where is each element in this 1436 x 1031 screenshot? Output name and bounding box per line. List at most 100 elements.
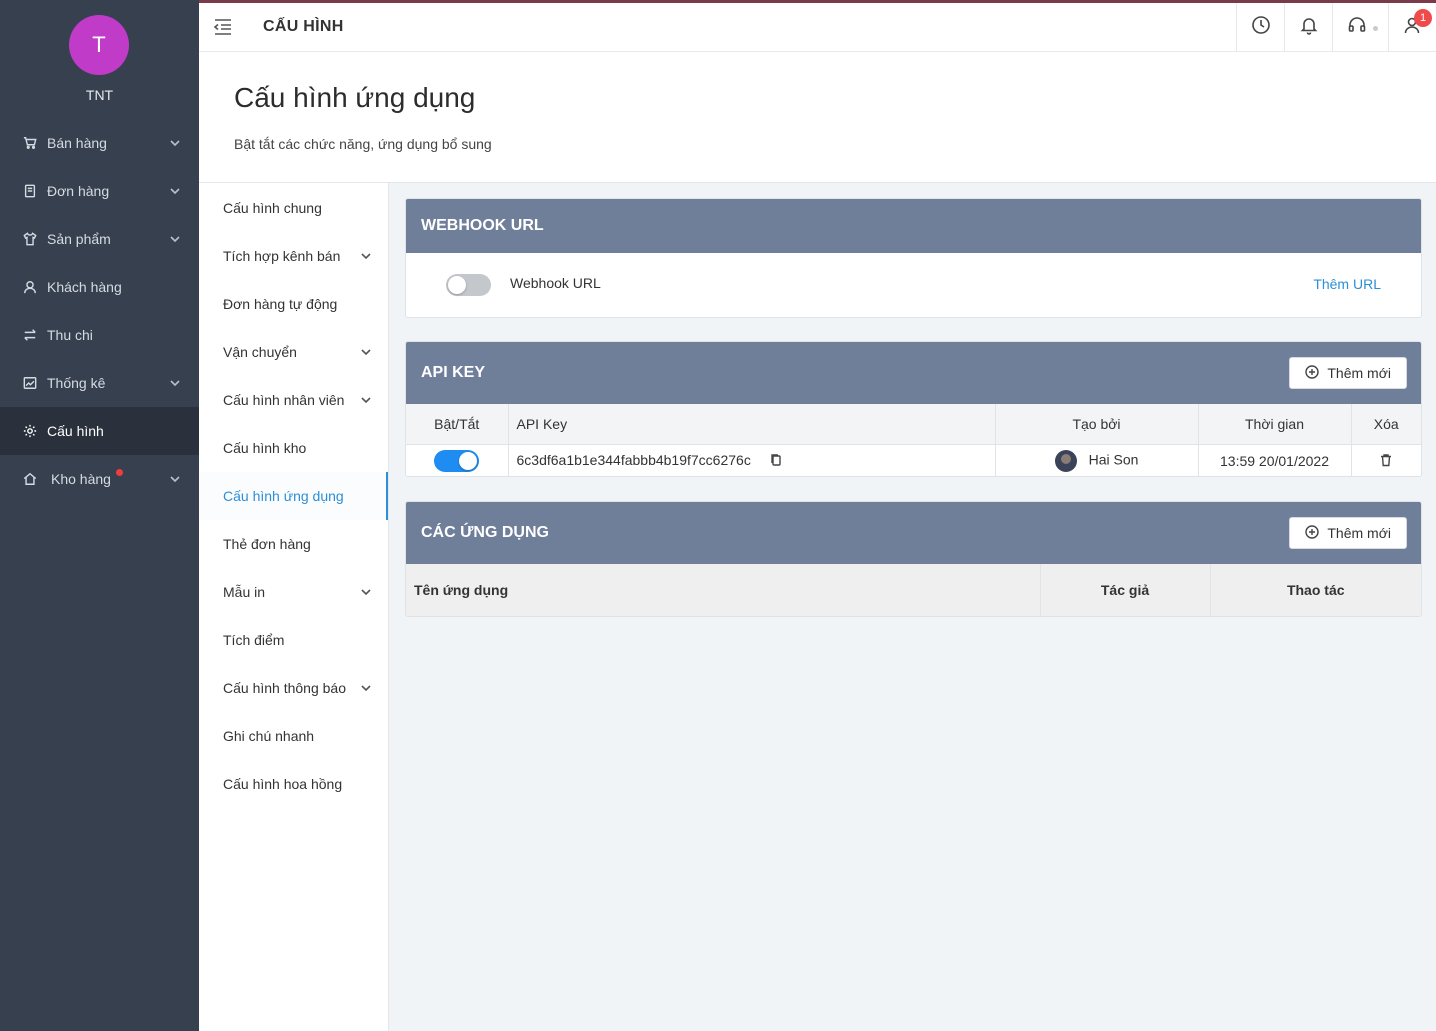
transfer-icon — [22, 327, 38, 343]
header-icon-group: 1 — [1236, 3, 1436, 52]
submenu-item-label: Cấu hình thông báo — [223, 680, 346, 696]
header-title: CẤU HÌNH — [263, 18, 344, 35]
chevron-down-icon — [360, 249, 372, 261]
webhook-label: Webhook URL — [510, 275, 601, 291]
apps-card-title: CÁC ỨNG DỤNG — [421, 524, 549, 541]
chevron-down-icon — [169, 232, 181, 244]
submenu-item-cau-hinh-hoa-hong[interactable]: Cấu hình hoa hồng — [199, 760, 388, 808]
shirt-icon — [22, 231, 38, 247]
sidebar-item-san-pham[interactable]: Sản phẩm — [0, 215, 199, 263]
add-api-key-button[interactable]: Thêm mới — [1289, 357, 1407, 389]
column-header: Tên ứng dụng — [406, 564, 1041, 616]
avatar[interactable]: T — [69, 15, 129, 75]
copy-icon[interactable] — [769, 453, 783, 470]
trash-icon[interactable] — [1379, 453, 1393, 470]
submenu-item-cau-hinh-nhan-vien[interactable]: Cấu hình nhân viên — [199, 376, 388, 424]
submenu-item-cau-hinh-ung-dung[interactable]: Cấu hình ứng dụng — [199, 472, 388, 520]
page-subtitle: Bật tắt các chức năng, ứng dụng bổ sung — [234, 136, 492, 152]
submenu-item-the-don-hang[interactable]: Thẻ đơn hàng — [199, 520, 388, 568]
submenu-item-cau-hinh-chung[interactable]: Cấu hình chung — [199, 184, 388, 232]
username: TNT — [85, 87, 114, 103]
sidebar-item-thong-ke[interactable]: Thống kê — [0, 359, 199, 407]
chevron-down-icon — [169, 472, 181, 484]
submenu-item-label: Cấu hình kho — [223, 440, 307, 456]
submenu-item-van-chuyen[interactable]: Vận chuyển — [199, 328, 388, 376]
menu-collapse-icon[interactable] — [213, 18, 233, 36]
webhook-toggle[interactable] — [446, 274, 491, 296]
sidebar-item-label: Thống kê — [47, 375, 106, 391]
add-url-link[interactable]: Thêm URL — [1313, 276, 1381, 292]
chevron-down-icon — [169, 376, 181, 388]
notifications-button[interactable] — [1284, 3, 1332, 52]
gear-icon — [22, 423, 38, 439]
cart-icon — [22, 135, 38, 151]
bell-icon — [1299, 15, 1319, 40]
submenu-item-label: Cấu hình ứng dụng — [223, 488, 344, 504]
chevron-down-icon — [360, 345, 372, 357]
toggle-knob — [459, 451, 477, 470]
column-header: Bật/Tắt — [406, 404, 509, 445]
webhook-row: Webhook URL Thêm URL — [406, 253, 1421, 317]
toggle-cell — [406, 443, 509, 476]
submenu-item-don-hang-tu-dong[interactable]: Đơn hàng tự động — [199, 280, 388, 328]
support-button[interactable] — [1332, 3, 1388, 52]
submenu-item-tich-hop-kenh-ban[interactable]: Tích hợp kênh bán — [199, 232, 388, 280]
column-header: Thao tác — [1209, 564, 1421, 616]
submenu-item-cau-hinh-kho[interactable]: Cấu hình kho — [199, 424, 388, 472]
main-sidebar: T TNT Bán hàng Đơn hàng Sản phẩm Khách h… — [0, 0, 199, 1031]
submenu-item-label: Tích điểm — [223, 632, 285, 648]
submenu-item-ghi-chu-nhanh[interactable]: Ghi chú nhanh — [199, 712, 388, 760]
chevron-down-icon — [360, 585, 372, 597]
webhook-card: WEBHOOK URL Webhook URL Thêm URL — [405, 198, 1422, 318]
apps-table: Tên ứng dụng Tác giả Thao tác — [406, 564, 1421, 616]
home-icon — [22, 471, 38, 487]
sidebar-item-label: Kho hàng — [51, 471, 111, 487]
api-key-table: Bật/Tắt API Key Tạo bởi Thời gian Xóa 6c… — [406, 404, 1421, 476]
sidebar-item-khach-hang[interactable]: Khách hàng — [0, 263, 199, 311]
sidebar-item-cau-hinh[interactable]: Cấu hình — [0, 407, 199, 455]
api-key-card-title: API KEY — [421, 364, 486, 381]
headset-icon — [1347, 15, 1367, 40]
chart-icon — [22, 375, 38, 391]
sidebar-item-label: Thu chi — [47, 327, 93, 343]
table-header-row: Bật/Tắt API Key Tạo bởi Thời gian Xóa — [406, 404, 1421, 445]
creator-name: Hai Son — [1088, 451, 1139, 468]
table-row: 6c3df6a1b1e344fabbb4b19f7cc6276c Hai Son… — [406, 443, 1421, 476]
sidebar-item-kho-hang[interactable]: Kho hàng — [0, 455, 199, 503]
apps-card: CÁC ỨNG DỤNG Thêm mới Tên ứng dụng Tác g… — [405, 501, 1422, 617]
time-cell: 13:59 20/01/2022 — [1197, 443, 1352, 476]
button-label: Thêm mới — [1327, 525, 1391, 541]
plus-circle-icon — [1305, 364, 1327, 382]
apps-card-header: CÁC ỨNG DỤNG Thêm mới — [406, 502, 1421, 564]
created-by-cell: Hai Son — [994, 443, 1199, 476]
submenu-item-tich-diem[interactable]: Tích điểm — [199, 616, 388, 664]
column-header: Tạo bởi — [994, 404, 1199, 445]
sidebar-item-label: Đơn hàng — [47, 183, 110, 199]
chevron-down-icon — [360, 681, 372, 693]
api-key-toggle[interactable] — [434, 449, 479, 472]
submenu-item-mau-in[interactable]: Mẫu in — [199, 568, 388, 616]
avatar — [1054, 449, 1077, 472]
sidebar-item-thu-chi[interactable]: Thu chi — [0, 311, 199, 359]
sidebar-item-ban-hang[interactable]: Bán hàng — [0, 119, 199, 167]
toggle-knob — [448, 276, 466, 294]
sidebar-item-label: Cấu hình — [47, 423, 104, 439]
page-title: Cấu hình ứng dụng — [234, 82, 476, 113]
sidebar-nav: Bán hàng Đơn hàng Sản phẩm Khách hàng Th… — [0, 119, 199, 503]
submenu-item-cau-hinh-thong-bao[interactable]: Cấu hình thông báo — [199, 664, 388, 712]
submenu-item-label: Tích hợp kênh bán — [223, 248, 341, 264]
sidebar-item-label: Bán hàng — [47, 135, 107, 151]
add-app-button[interactable]: Thêm mới — [1289, 517, 1407, 549]
api-key-card-header: API KEY Thêm mới — [406, 342, 1421, 404]
sidebar-item-label: Sản phẩm — [47, 231, 111, 247]
webhook-card-title: WEBHOOK URL — [421, 217, 544, 234]
api-key-card: API KEY Thêm mới Bật/Tắt API Key Tạo bởi… — [405, 341, 1422, 477]
sidebar-item-don-hang[interactable]: Đơn hàng — [0, 167, 199, 215]
user-account-button[interactable]: 1 — [1388, 3, 1436, 52]
submenu-item-label: Cấu hình hoa hồng — [223, 776, 343, 792]
api-key-value: 6c3df6a1b1e344fabbb4b19f7cc6276c — [516, 451, 751, 468]
chevron-down-icon — [360, 393, 372, 405]
history-button[interactable] — [1236, 3, 1284, 52]
status-dot — [1373, 26, 1378, 31]
submenu-item-label: Đơn hàng tự động — [223, 296, 338, 312]
